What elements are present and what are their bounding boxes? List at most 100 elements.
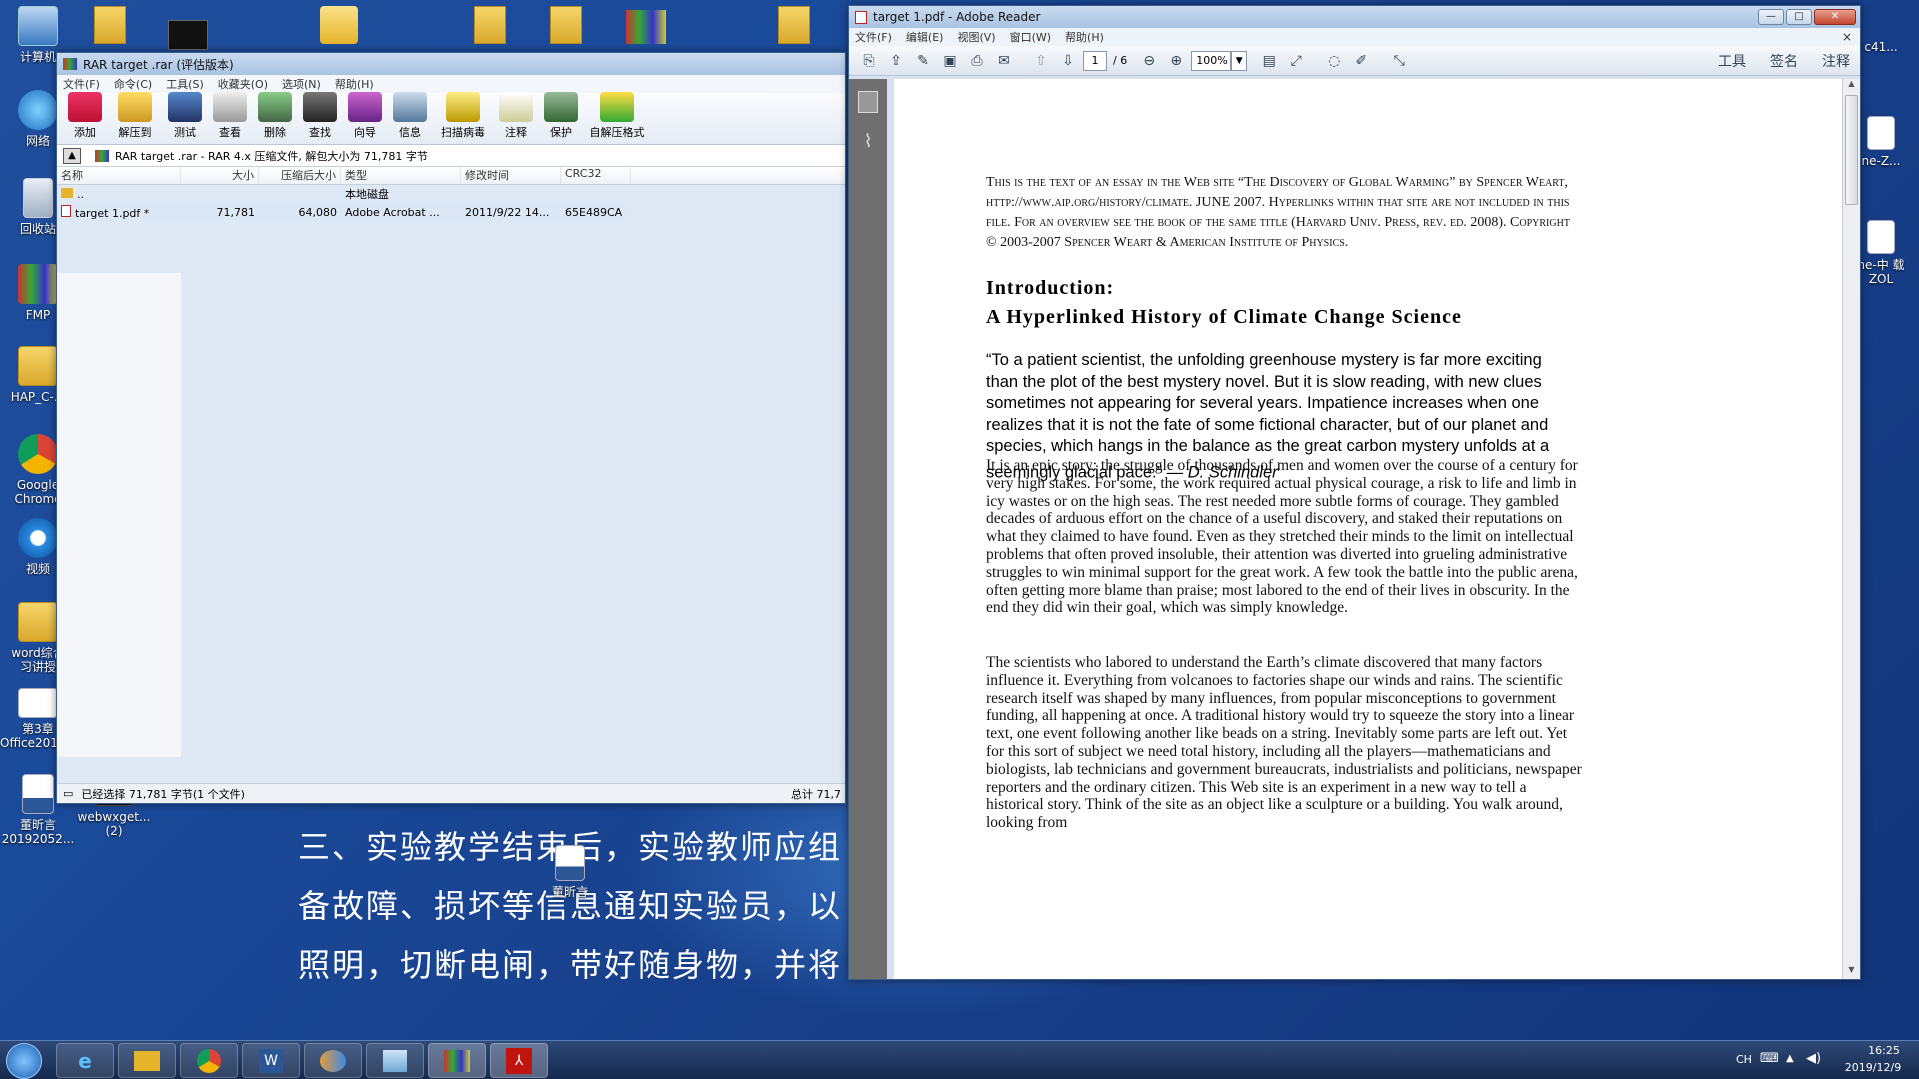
column-modified[interactable]: 修改时间	[461, 167, 561, 184]
page-number-input[interactable]: 1	[1083, 50, 1107, 71]
rar-menubar: 文件(F) 命令(C) 工具(S) 收藏夹(O) 选项(N) 帮助(H)	[57, 75, 845, 93]
dragged-file[interactable]: 董昕言	[540, 845, 600, 899]
column-packed[interactable]: 压缩后大小	[259, 167, 341, 184]
table-row[interactable]: .. 本地磁盘	[57, 185, 845, 203]
menu-file[interactable]: 文件(F)	[855, 29, 892, 45]
highlight-icon[interactable]: ✐	[1349, 50, 1373, 72]
eye-icon	[18, 518, 58, 558]
delete-button[interactable]: 删除	[253, 92, 297, 140]
rar-pathbar: ▲ RAR target .rar - RAR 4.x 压缩文件, 解包大小为 …	[57, 145, 845, 167]
document-icon	[1867, 116, 1895, 150]
globe-icon	[18, 90, 58, 130]
rar-titlebar[interactable]: RAR target .rar (评估版本)	[57, 53, 845, 75]
document-header: This is the text of an essay in the Web …	[986, 175, 1570, 250]
edit-icon[interactable]: ✎	[911, 50, 935, 72]
zoom-input[interactable]: 100%	[1191, 50, 1232, 71]
attachment-icon[interactable]: ⌇	[858, 131, 878, 153]
folder-icon	[134, 1050, 160, 1071]
close-button[interactable]: ✕	[1814, 9, 1856, 25]
menu-tools[interactable]: 工具(S)	[166, 76, 204, 92]
menu-edit[interactable]: 编辑(E)	[906, 29, 944, 45]
taskbar-word[interactable]: W	[242, 1043, 300, 1078]
rar-window[interactable]: RAR target .rar (评估版本) 文件(F) 命令(C) 工具(S)…	[56, 52, 846, 804]
table-row-selected[interactable]: target 1.pdf * 71,781 64,080 Adobe Acrob…	[57, 203, 629, 221]
zoom-in-icon[interactable]: ⊕	[1164, 50, 1188, 72]
menu-favorites[interactable]: 收藏夹(O)	[218, 76, 268, 92]
volume-icon[interactable]: ◀)	[1806, 1051, 1821, 1066]
start-button[interactable]	[6, 1043, 42, 1079]
column-size[interactable]: 大小	[181, 167, 259, 184]
menu-file[interactable]: 文件(F)	[63, 76, 100, 92]
pdf-page[interactable]: This is the text of an essay in the Web …	[894, 79, 1842, 979]
comment-button[interactable]: 注释	[494, 92, 538, 140]
create-pdf-icon[interactable]: ⎘	[857, 50, 881, 72]
taskbar-winrar[interactable]	[428, 1043, 486, 1078]
menu-help[interactable]: 帮助(H)	[335, 76, 374, 92]
chrome-icon	[18, 434, 58, 474]
fullscreen-icon[interactable]: ⤡	[1387, 50, 1411, 72]
sign-pane-button[interactable]: 签名	[1770, 51, 1798, 71]
info-button[interactable]: 信息	[388, 92, 432, 140]
comment-pane-button[interactable]: 注释	[1822, 51, 1850, 71]
print-icon[interactable]: ⎙	[965, 50, 989, 72]
pdf-scrollbar[interactable]: ▲ ▼	[1842, 79, 1860, 979]
menu-view[interactable]: 视图(V)	[957, 29, 995, 45]
view-button[interactable]: 查看	[208, 92, 252, 140]
email-icon[interactable]: ✉	[992, 50, 1016, 72]
clock-time[interactable]: 16:25	[1852, 1044, 1916, 1057]
folder-icon[interactable]	[94, 6, 126, 44]
taskbar-adobe-reader[interactable]: ⅄	[490, 1043, 548, 1078]
column-name[interactable]: 名称	[57, 167, 181, 184]
maximize-button[interactable]: □	[1786, 9, 1812, 25]
taskbar-users[interactable]	[304, 1043, 362, 1078]
folder-icon[interactable]	[778, 6, 810, 44]
folder-icon[interactable]	[474, 6, 506, 44]
scan-virus-button[interactable]: 扫描病毒	[433, 92, 493, 140]
pdf-window[interactable]: target 1.pdf - Adobe Reader — □ ✕ 文件(F) …	[848, 5, 1861, 980]
pdf-titlebar[interactable]: target 1.pdf - Adobe Reader — □ ✕	[849, 6, 1860, 28]
menu-window[interactable]: 窗口(W)	[1010, 29, 1051, 45]
up-folder-icon[interactable]: ▲	[63, 147, 81, 164]
row-name: target 1.pdf *	[57, 204, 181, 220]
taskbar-explorer[interactable]	[118, 1043, 176, 1078]
add-button[interactable]: 添加	[63, 92, 107, 140]
pages-panel-icon[interactable]	[858, 91, 878, 113]
scroll-thumb[interactable]	[1845, 95, 1858, 205]
menu-help[interactable]: 帮助(H)	[1065, 29, 1104, 45]
clock-date[interactable]: 2019/12/9	[1838, 1061, 1908, 1074]
fit-width-icon[interactable]: ⤢	[1284, 50, 1308, 72]
python-folder-icon[interactable]	[320, 6, 358, 44]
export-pdf-icon[interactable]: ⇪	[884, 50, 908, 72]
folder-icon[interactable]	[550, 6, 582, 44]
menu-options[interactable]: 选项(N)	[282, 76, 321, 92]
close-document-icon[interactable]: ×	[1842, 30, 1852, 44]
protect-button[interactable]: 保护	[539, 92, 583, 140]
column-crc32[interactable]: CRC32	[561, 167, 631, 184]
extract-to-button[interactable]: 解压到	[108, 92, 162, 140]
comment-bubble-icon[interactable]: ◌	[1322, 50, 1346, 72]
image-file-icon[interactable]	[168, 20, 208, 50]
sfx-button[interactable]: 自解压格式	[584, 92, 650, 140]
language-indicator[interactable]: CH	[1736, 1053, 1752, 1066]
winrar-icon[interactable]	[626, 10, 666, 44]
next-page-icon[interactable]: ⇩	[1056, 50, 1080, 72]
wizard-button[interactable]: 向导	[343, 92, 387, 140]
scroll-down-icon[interactable]: ▼	[1843, 965, 1860, 979]
taskbar-notepad[interactable]	[366, 1043, 424, 1078]
keyboard-icon[interactable]: ⌨	[1760, 1051, 1779, 1066]
test-button[interactable]: 测试	[163, 92, 207, 140]
minimize-button[interactable]: —	[1758, 9, 1784, 25]
prev-page-icon[interactable]: ⇧	[1029, 50, 1053, 72]
save-icon[interactable]: ▣	[938, 50, 962, 72]
fit-page-icon[interactable]: ▤	[1257, 50, 1281, 72]
find-button[interactable]: 查找	[298, 92, 342, 140]
tray-expand-icon[interactable]: ▲	[1786, 1053, 1794, 1064]
menu-command[interactable]: 命令(C)	[114, 76, 152, 92]
taskbar-chrome[interactable]	[180, 1043, 238, 1078]
taskbar-ie[interactable]: e	[56, 1043, 114, 1078]
scroll-up-icon[interactable]: ▲	[1843, 79, 1860, 93]
zoom-dropdown-icon[interactable]: ▼	[1231, 50, 1248, 71]
tools-pane-button[interactable]: 工具	[1718, 51, 1746, 71]
column-type[interactable]: 类型	[341, 167, 461, 184]
zoom-out-icon[interactable]: ⊖	[1137, 50, 1161, 72]
